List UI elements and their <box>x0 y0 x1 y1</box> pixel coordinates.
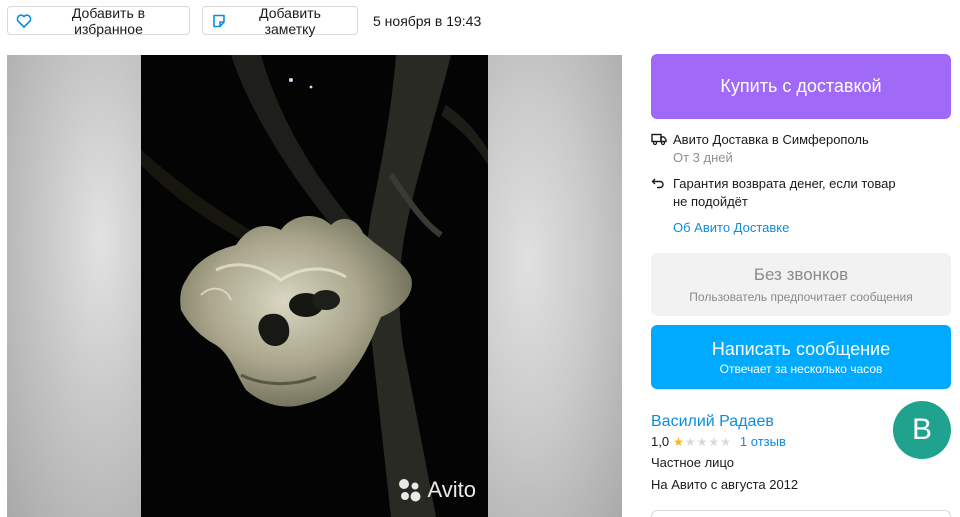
guarantee-info: Гарантия возврата денег, если товар не п… <box>651 175 951 211</box>
add-to-favorites-button[interactable]: Добавить в избранное <box>7 4 190 37</box>
avatar-letter: В <box>911 413 932 446</box>
star-empty-icon: ★ <box>684 434 696 449</box>
gallery-blur-right <box>488 55 622 517</box>
add-note-label: Добавить заметку <box>259 4 321 37</box>
seller-since: На Авито с августа 2012 <box>651 477 799 492</box>
star-empty-icon: ★ <box>696 434 708 449</box>
skull-photo-illustration <box>141 55 488 517</box>
photo-gallery[interactable]: Avito <box>7 55 622 517</box>
avatar[interactable]: В <box>893 401 951 459</box>
delivery-info: Авито Доставка в Симферополь От 3 дней <box>651 131 951 167</box>
about-avito-delivery-link[interactable]: Об Авито Доставке <box>651 219 951 237</box>
purchase-panel: Купить с доставкой Авито Доставка в Симф… <box>651 54 951 493</box>
return-arrow-icon <box>651 178 664 189</box>
publish-date: 5 ноября в 19:43 <box>373 12 482 29</box>
star-empty-icon: ★ <box>708 434 720 449</box>
next-button-edge[interactable] <box>651 510 951 517</box>
heart-icon <box>16 13 32 28</box>
guarantee-line-1: Гарантия возврата денег, если товар <box>673 176 896 191</box>
star-empty-icon: ★ <box>720 434 731 449</box>
buy-with-delivery-button[interactable]: Купить с доставкой <box>651 54 951 119</box>
star-filled-icon: ★ <box>673 434 684 449</box>
guarantee-line-2: не подойдёт <box>673 194 748 209</box>
write-message-button[interactable]: Написать сообщение Отвечает за несколько… <box>651 325 951 389</box>
gallery-blur-left <box>7 55 141 517</box>
no-calls-title: Без звонков <box>753 265 849 284</box>
buy-with-delivery-label: Купить с доставкой <box>720 76 882 96</box>
delivery-title: Авито Доставка в Симферополь <box>673 132 869 147</box>
no-calls-subtitle: Пользователь предпочитает сообщения <box>689 290 913 304</box>
rating-stars: ★ ★ ★ ★ ★ <box>673 436 732 448</box>
seller-type: Частное лицо <box>651 455 734 470</box>
seller-card: Василий Радаев 1,0 ★ ★ ★ ★ ★ 1 отзыв Частное… <box>651 401 951 493</box>
delivery-truck-icon <box>651 133 667 146</box>
toolbar: Добавить в избранное Добавить заметку 5 … <box>7 4 482 37</box>
reviews-link[interactable]: 1 отзыв <box>740 434 786 449</box>
add-to-favorites-label: Добавить в избранное <box>71 4 146 37</box>
no-calls-button[interactable]: Без звонков Пользователь предпочитает со… <box>651 253 951 316</box>
watermark-text: Avito <box>427 477 476 502</box>
seller-name-link[interactable]: Василий Радаев <box>651 413 774 431</box>
rating-value: 1,0 <box>651 434 670 449</box>
delivery-time: От 3 дней <box>673 150 733 165</box>
avito-watermark: Avito <box>396 477 476 503</box>
write-message-title: Написать сообщение <box>711 338 891 359</box>
note-icon <box>213 14 225 27</box>
avito-logo-icon <box>399 479 421 502</box>
add-note-button[interactable]: Добавить заметку <box>202 4 358 37</box>
write-message-subtitle: Отвечает за несколько часов <box>719 361 883 376</box>
main-photo[interactable]: Avito <box>141 55 488 517</box>
